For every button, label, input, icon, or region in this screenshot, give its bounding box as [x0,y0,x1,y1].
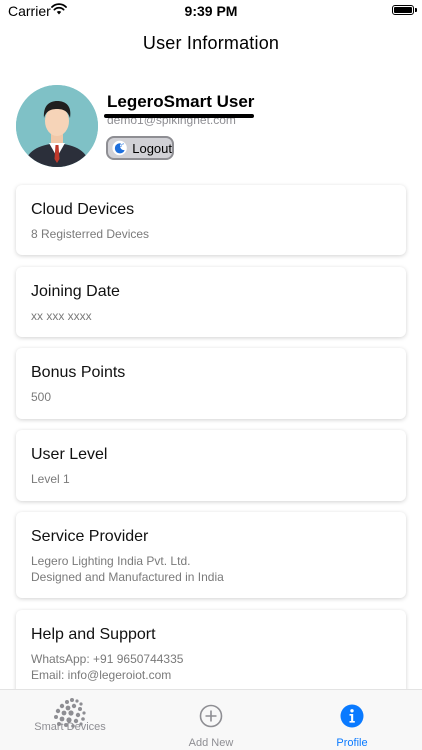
page-title: User Information [142,33,280,53]
card-title: User Level [31,446,108,463]
tab-label: Profile [336,737,368,749]
whatsapp-line[interactable]: WhatsApp: +91 9650744335 [31,651,391,667]
card-detail: xx xxx xxxx [31,309,92,323]
info-icon [340,704,364,728]
email-line[interactable]: Email: info@legeroiot.com [31,667,391,683]
tab-smart-devices[interactable]: Smart Devices [10,698,130,733]
card-title: Service Provider [31,528,149,545]
logout-button[interactable]: z z Logout [106,136,174,160]
card-detail: 8 Registerred Devices [31,227,150,241]
user-level-card: User Level Level 1 [16,430,406,501]
card-detail: 500 [31,390,52,404]
card-detail-line: Designed and Manufactured in India [31,570,224,584]
card-title: Bonus Points [31,364,126,381]
svg-text:z: z [122,142,124,146]
battery-icon [392,5,417,15]
card-title: Joining Date [31,283,120,300]
status-bar: Carrier 9:39 PM [0,0,422,22]
card-detail: Legero Lighting India Pvt. Ltd. Designed… [31,553,391,585]
avatar [16,85,98,167]
logout-label: Logout [132,140,172,156]
redaction-bar [104,114,254,118]
bonus-points-card: Bonus Points 500 [16,348,406,419]
card-detail-line: Legero Lighting India Pvt. Ltd. [31,554,191,568]
joining-date-card: Joining Date xx xxx xxxx [16,267,406,337]
card-title: Help and Support [31,626,156,643]
status-time: 9:39 PM [184,3,238,19]
sleep-icon: z z [112,140,127,156]
card-detail: WhatsApp: +91 9650744335 Email: info@leg… [31,651,391,683]
user-avatar-icon [16,85,98,167]
help-support-card: Help and Support WhatsApp: +91 965074433… [16,610,406,696]
service-provider-card: Service Provider Legero Lighting India P… [16,512,406,598]
add-circle-icon [199,704,223,728]
tab-add-new[interactable]: Add New [151,704,271,749]
card-title: Cloud Devices [31,201,135,218]
tab-label: Add New [188,737,234,749]
cloud-devices-card[interactable]: Cloud Devices 8 Registerred Devices [16,185,406,255]
card-detail: Level 1 [31,472,70,486]
user-name: LegeroSmart User [107,92,255,111]
tab-profile[interactable]: Profile [292,704,412,749]
tab-bar: Smart Devices Add New Profile [0,689,422,750]
tab-label: Smart Devices [34,721,106,733]
